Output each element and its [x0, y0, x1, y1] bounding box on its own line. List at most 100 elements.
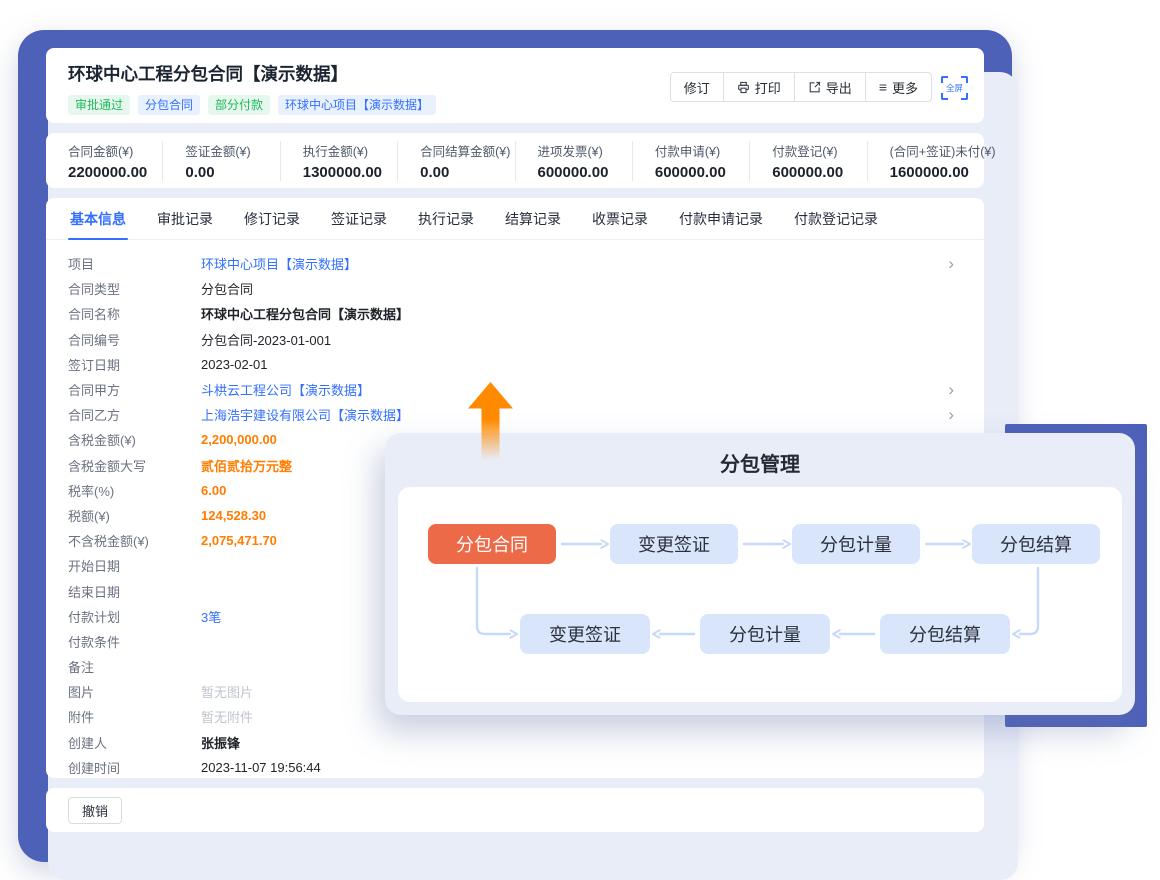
field-label: 图片: [68, 682, 201, 701]
field-party-b: 合同乙方 上海浩宇建设有限公司【演示数据】 ›: [68, 402, 962, 427]
tab-basic-info[interactable]: 基本信息: [68, 198, 128, 240]
field-value: 暂无图片: [201, 682, 253, 701]
summary-value: 1600000.00: [890, 164, 984, 181]
export-icon: [808, 81, 821, 94]
tab-payment-register-records[interactable]: 付款登记记录: [792, 198, 880, 240]
summary-label: 付款申请(¥): [655, 141, 749, 160]
flow-box-subcontract-settle-1: 分包结算: [972, 524, 1100, 564]
summary-item-unpaid: (合同+签证)未付(¥) 1600000.00: [867, 141, 984, 181]
tab-payment-request-records[interactable]: 付款申请记录: [677, 198, 765, 240]
flow-box-subcontract-contract: 分包合同: [428, 524, 556, 564]
field-sign-date: 签订日期 2023-02-01: [68, 352, 962, 377]
summary-label: 签证金额(¥): [185, 141, 279, 160]
summary-value: 0.00: [420, 164, 514, 181]
print-button[interactable]: 打印: [723, 72, 795, 102]
field-label: 含税金额(¥): [68, 430, 201, 449]
field-label: 不含税金额(¥): [68, 531, 201, 550]
printer-icon: [737, 81, 750, 94]
field-value: 张振锋: [201, 733, 240, 752]
flow-box-change-visa-2: 变更签证: [520, 614, 650, 654]
field-contract-name: 合同名称 环球中心工程分包合同【演示数据】: [68, 301, 962, 326]
field-label: 合同甲方: [68, 380, 201, 399]
bracket-corner-icon: [941, 76, 948, 83]
field-value: 分包合同-2023-01-001: [201, 330, 331, 349]
tab-visa-records[interactable]: 签证记录: [329, 198, 389, 240]
field-value: 暂无附件: [201, 707, 253, 726]
tab-receipt-records[interactable]: 收票记录: [590, 198, 650, 240]
field-contract-no: 合同编号 分包合同-2023-01-001: [68, 327, 962, 352]
flow-box-subcontract-measure-1: 分包计量: [792, 524, 920, 564]
field-party-a: 合同甲方 斗栱云工程公司【演示数据】 ›: [68, 377, 962, 402]
field-label: 备注: [68, 657, 201, 676]
summary-label: 合同结算金额(¥): [420, 141, 514, 160]
summary-item-contract-amount: 合同金额(¥) 2200000.00: [46, 141, 162, 181]
status-badge-approved: 审批通过: [68, 95, 130, 115]
field-label: 合同名称: [68, 304, 201, 323]
action-button-group: 修订 打印 导出 ≡ 更多: [670, 72, 932, 102]
undo-button[interactable]: 撤销: [68, 797, 122, 824]
summary-item-visa-amount: 签证金额(¥) 0.00: [162, 141, 279, 181]
field-value: 2,200,000.00: [201, 432, 277, 447]
tab-execution-records[interactable]: 执行记录: [416, 198, 476, 240]
summary-label: 进项发票(¥): [538, 141, 632, 160]
field-value: 2023-11-07 19:56:44: [201, 760, 321, 775]
summary-label: 执行金额(¥): [303, 141, 397, 160]
field-value: 环球中心工程分包合同【演示数据】: [201, 304, 409, 323]
chevron-right-icon[interactable]: ›: [948, 406, 954, 423]
revise-button-label: 修订: [684, 78, 710, 97]
field-label: 签订日期: [68, 355, 201, 374]
field-creator: 创建人 张振锋: [68, 730, 962, 755]
field-label: 创建人: [68, 733, 201, 752]
tab-revision-records[interactable]: 修订记录: [242, 198, 302, 240]
bracket-corner-icon: [941, 93, 948, 100]
field-label: 开始日期: [68, 556, 201, 575]
field-value: 贰佰贰拾万元整: [201, 456, 292, 475]
summary-value: 600000.00: [655, 164, 749, 181]
summary-value: 0.00: [185, 164, 279, 181]
summary-label: 付款登记(¥): [772, 141, 866, 160]
project-link[interactable]: 环球中心项目【演示数据】: [201, 254, 357, 273]
field-label: 创建时间: [68, 758, 201, 777]
export-button-label: 导出: [826, 78, 852, 97]
summary-value: 600000.00: [772, 164, 866, 181]
more-button[interactable]: ≡ 更多: [865, 72, 932, 102]
field-contract-type: 合同类型 分包合同: [68, 276, 962, 301]
summary-item-input-invoice: 进项发票(¥) 600000.00: [515, 141, 632, 181]
flow-arrows: [398, 487, 1122, 702]
export-button[interactable]: 导出: [794, 72, 866, 102]
tab-approval-records[interactable]: 审批记录: [155, 198, 215, 240]
footer-bar: 撤销: [46, 788, 984, 832]
project-badge: 环球中心项目【演示数据】: [278, 95, 436, 115]
bracket-corner-icon: [961, 93, 968, 100]
field-created-time: 创建时间 2023-11-07 19:56:44: [68, 755, 962, 780]
field-label: 付款条件: [68, 632, 201, 651]
revise-button[interactable]: 修订: [670, 72, 724, 102]
tab-bar: 基本信息 审批记录 修订记录 签证记录 执行记录 结算记录 收票记录 付款申请记…: [46, 198, 984, 240]
field-value: 2023-02-01: [201, 357, 268, 372]
field-label: 结束日期: [68, 582, 201, 601]
flow-diagram-panel: 分包合同 变更签证 分包计量 分包结算 变更签证 分包计量 分包结算: [398, 487, 1122, 702]
field-label: 项目: [68, 254, 201, 273]
summary-item-execution-amount: 执行金额(¥) 1300000.00: [280, 141, 397, 181]
flow-box-subcontract-measure-2: 分包计量: [700, 614, 830, 654]
subcontract-guide-overlay: 分包管理 分包合同 变更签证: [385, 433, 1135, 715]
summary-label: 合同金额(¥): [68, 141, 162, 160]
fullscreen-button[interactable]: 全屏: [941, 76, 968, 100]
summary-item-payment-request: 付款申请(¥) 600000.00: [632, 141, 749, 181]
field-label: 合同乙方: [68, 405, 201, 424]
field-label: 合同编号: [68, 330, 201, 349]
chevron-right-icon[interactable]: ›: [948, 381, 954, 398]
field-label: 合同类型: [68, 279, 201, 298]
flow-box-subcontract-settle-2: 分包结算: [880, 614, 1010, 654]
payment-plan-link[interactable]: 3笔: [201, 607, 221, 626]
chevron-right-icon[interactable]: ›: [948, 255, 954, 272]
party-a-link[interactable]: 斗栱云工程公司【演示数据】: [201, 380, 370, 399]
field-value: 2,075,471.70: [201, 533, 277, 548]
summary-item-payment-register: 付款登记(¥) 600000.00: [749, 141, 866, 181]
tab-settlement-records[interactable]: 结算记录: [503, 198, 563, 240]
flow-box-change-visa-1: 变更签证: [610, 524, 738, 564]
summary-value: 600000.00: [538, 164, 632, 181]
field-project: 项目 环球中心项目【演示数据】 ›: [68, 251, 962, 276]
party-b-link[interactable]: 上海浩宇建设有限公司【演示数据】: [201, 405, 409, 424]
bracket-corner-icon: [961, 76, 968, 83]
